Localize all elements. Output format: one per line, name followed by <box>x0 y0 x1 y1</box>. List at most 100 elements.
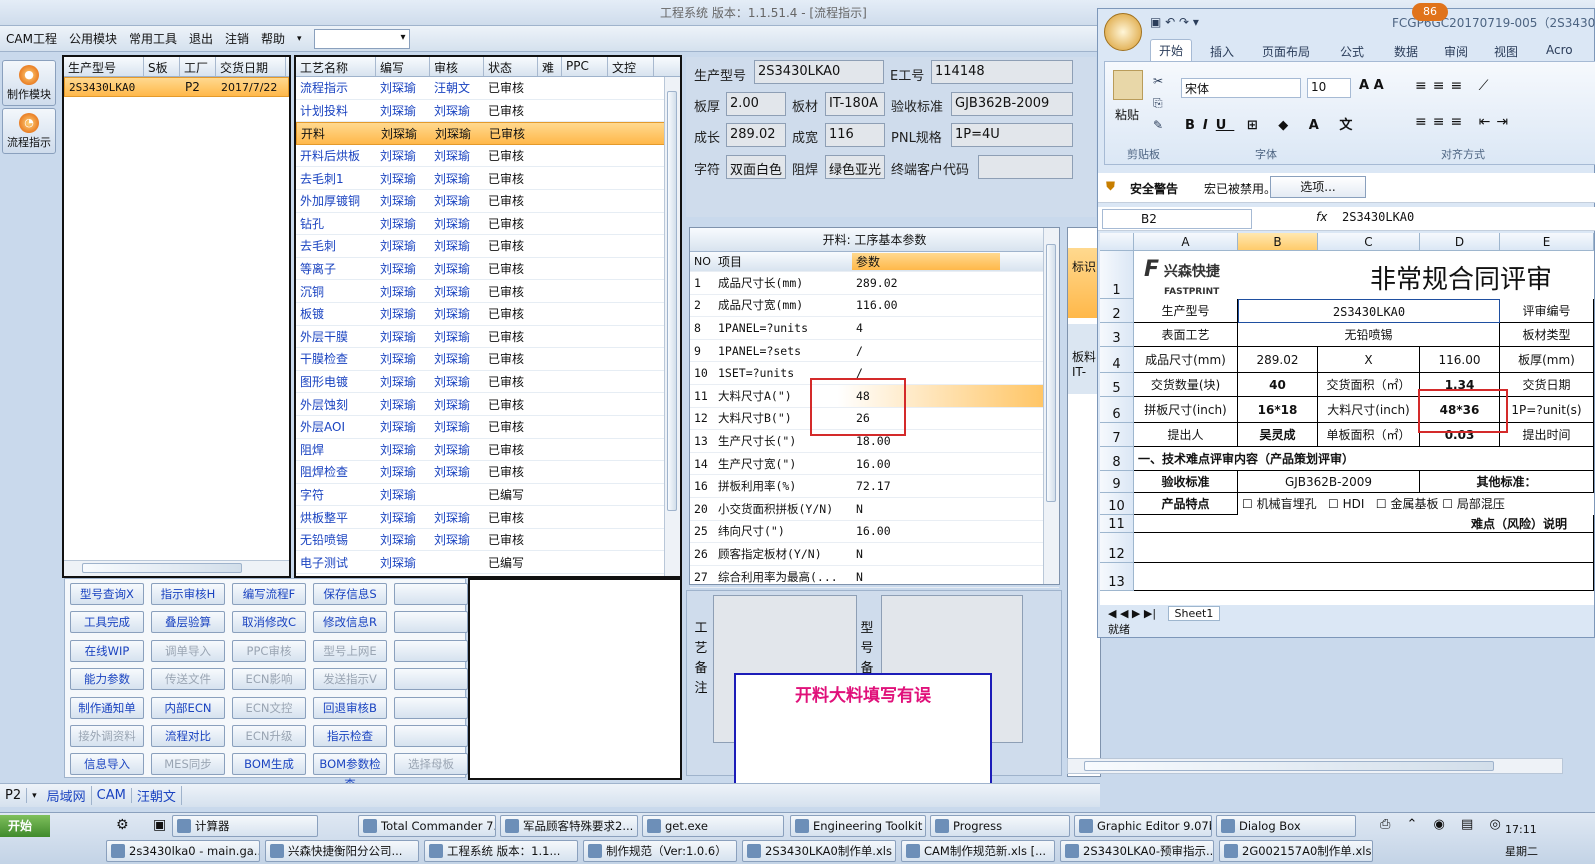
col-doc-control[interactable]: 文控 <box>608 57 654 76</box>
tab-home[interactable]: 开始 <box>1150 39 1193 61</box>
length-field[interactable]: 289.02 <box>726 123 786 147</box>
empty-button[interactable] <box>394 696 468 719</box>
tab-formulas[interactable]: 公式 <box>1340 43 1364 60</box>
row-header[interactable]: 10 <box>1100 493 1134 515</box>
sheet-cell[interactable]: 交货数量(块) <box>1134 373 1238 397</box>
col-difficulty[interactable]: 难 <box>538 57 562 76</box>
process-row[interactable]: 外层AOI 刘琛瑜 刘琛瑜 已审核 <box>296 416 680 439</box>
width-field[interactable]: 116 <box>825 123 885 147</box>
empty-button[interactable] <box>394 668 468 691</box>
taskbar-item[interactable]: 2S3430LKA0制作单.xls <box>742 840 896 862</box>
start-button[interactable]: 开始 <box>0 815 50 837</box>
sheet-cell[interactable]: 116.00 <box>1420 347 1500 373</box>
standard-field[interactable]: GJB362B-2009 <box>951 92 1073 116</box>
solder-mask-field[interactable]: 绿色亚光 <box>825 155 885 179</box>
process-row[interactable]: 干膜检查 刘琛瑜 刘琛瑜 已审核 <box>296 348 680 371</box>
tab-view[interactable]: 视图 <box>1494 43 1518 60</box>
clipboard-icons[interactable]: ✂ ⎘ ✎ <box>1153 70 1163 136</box>
process-row[interactable]: 计划投料 刘琛瑜 刘琛瑜 已审核 <box>296 100 680 123</box>
action-button[interactable]: 信息导入 <box>70 753 144 776</box>
action-button[interactable]: 型号上网E <box>313 639 387 662</box>
tray-icons[interactable]: ⎙ ⌃ ◉ ▤ ◎ <box>1380 817 1507 832</box>
action-button[interactable]: 内部ECN <box>151 696 225 719</box>
taskbar-item[interactable]: 兴森快捷衡阳分公司... <box>265 840 419 862</box>
sheet-tab-sheet1[interactable]: Sheet1 <box>1167 606 1221 621</box>
process-row[interactable]: 流程指示 刘琛瑜 汪朝文 已审核 <box>296 77 680 100</box>
param-row[interactable]: 14 生产尺寸宽(") 16.00 <box>690 453 1059 476</box>
sheet-cell[interactable] <box>1134 533 1594 563</box>
sheet-cell[interactable]: 评审编号 <box>1500 299 1594 323</box>
function-icon[interactable]: fx <box>1316 210 1327 224</box>
param-row[interactable]: 16 拼板利用率(%) 72.17 <box>690 475 1059 498</box>
sheet-cell[interactable]: 40 <box>1238 373 1318 397</box>
order-hscroll[interactable] <box>64 560 289 576</box>
sheet-cell[interactable]: 吴灵成 <box>1238 423 1318 447</box>
action-button[interactable]: 传送文件 <box>151 668 225 691</box>
customer-code-field[interactable] <box>978 155 1073 179</box>
param-vscroll[interactable] <box>1043 228 1059 584</box>
action-button[interactable]: 指示审核H <box>151 583 225 605</box>
taskbar-item[interactable]: 2s3430lka0 - main.ga... <box>106 840 260 862</box>
process-row[interactable]: 等离子 刘琛瑜 刘琛瑜 已审核 <box>296 258 680 281</box>
param-row[interactable]: 26 顾客指定板材(Y/N) N <box>690 543 1059 566</box>
param-row[interactable]: 20 小交货面积拼板(Y/N) N <box>690 498 1059 521</box>
sheet-cell[interactable]: 289.02 <box>1238 347 1318 373</box>
quick-launch-icons[interactable]: ⚙ ▣ <box>116 817 176 833</box>
sheet-cell[interactable]: 难点（风险）说明 <box>1134 515 1594 533</box>
sheet-cell[interactable]: 交货面积（㎡） <box>1318 373 1420 397</box>
font-size-select[interactable]: 10 <box>1307 78 1351 98</box>
sheet-cell[interactable]: 无铅喷锡 <box>1238 323 1500 347</box>
action-button[interactable]: 选择母板 <box>394 753 468 776</box>
process-row[interactable]: 外层蚀刻 刘琛瑜 刘琛瑜 已审核 <box>296 393 680 416</box>
row-header[interactable]: 13 <box>1100 563 1134 591</box>
order-hscroll-thumb[interactable] <box>82 563 242 573</box>
sheet-cell[interactable]: 交货日期 <box>1500 373 1594 397</box>
tab-acrobat[interactable]: Acro <box>1546 43 1573 57</box>
row-header[interactable]: 9 <box>1100 471 1134 493</box>
action-button[interactable]: 接外调资料 <box>70 725 144 747</box>
process-vscroll[interactable] <box>664 77 680 576</box>
col-header-d[interactable]: D <box>1420 233 1500 251</box>
taskbar-item[interactable]: 工程系统 版本：1.1... <box>424 840 578 862</box>
param-col-no[interactable]: NO <box>690 255 714 268</box>
sheet-cell[interactable]: 提出人 <box>1134 423 1238 447</box>
tab-insert[interactable]: 插入 <box>1210 43 1234 60</box>
sheet-cell[interactable]: GJB362B-2009 <box>1238 471 1420 493</box>
e-no-field[interactable]: 114148 <box>931 60 1073 84</box>
process-row[interactable]: 去毛刺1 刘琛瑜 刘琛瑜 已审核 <box>296 167 680 190</box>
row-header[interactable]: 8 <box>1100 447 1134 471</box>
param-col-value[interactable]: 参数 <box>852 253 1000 270</box>
right-hscroll[interactable] <box>1067 758 1563 774</box>
row-header[interactable]: 11 <box>1100 515 1134 533</box>
name-box[interactable]: B2 <box>1102 209 1252 229</box>
empty-button[interactable] <box>394 611 468 634</box>
col-reviewer[interactable]: 审核 <box>430 57 484 76</box>
row-header[interactable]: 12 <box>1100 533 1134 563</box>
process-row[interactable]: 阻焊检查 刘琛瑜 刘琛瑜 已审核 <box>296 461 680 484</box>
action-button[interactable]: BOM生成 <box>232 753 306 776</box>
quick-access-icons[interactable]: ▣ ↶ ↷ ▾ <box>1150 15 1199 29</box>
sheet-cell[interactable]: 大料尺寸(inch) <box>1318 397 1420 423</box>
make-module-button[interactable]: ● 制作模块 <box>2 60 56 106</box>
paste-icon[interactable] <box>1113 70 1143 100</box>
sheet-cell[interactable]: 生产型号 <box>1134 299 1238 323</box>
model-field[interactable]: 2S3430LKA0 <box>754 60 884 84</box>
col-header-b[interactable]: B <box>1238 233 1318 251</box>
param-row[interactable]: 25 纬向尺寸(") 16.00 <box>690 521 1059 544</box>
process-row[interactable]: 外层干膜 刘琛瑜 刘琛瑜 已审核 <box>296 326 680 349</box>
grow-font-icon[interactable]: A A <box>1359 78 1384 93</box>
taskbar-item[interactable]: get.exe <box>642 815 784 837</box>
action-button[interactable]: 保存信息S <box>313 583 387 605</box>
process-row[interactable]: 外加厚镀铜 刘琛瑜 刘琛瑜 已审核 <box>296 190 680 213</box>
col-status[interactable]: 状态 <box>484 57 538 76</box>
thickness-field[interactable]: 2.00 <box>726 92 786 116</box>
action-button[interactable]: 编写流程F <box>232 583 306 605</box>
empty-button[interactable] <box>394 725 468 747</box>
action-button[interactable]: 制作通知单 <box>70 696 144 719</box>
office-button[interactable] <box>1104 13 1142 51</box>
taskbar-item[interactable]: Graphic Editor 9.07b2... <box>1074 815 1212 837</box>
security-options-button[interactable]: 选项... <box>1270 176 1366 198</box>
action-button[interactable]: 修改信息R <box>313 611 387 634</box>
process-row[interactable]: 电子测试 刘琛瑜 已编写 <box>296 551 680 575</box>
status-factory[interactable]: P2 <box>0 788 28 803</box>
